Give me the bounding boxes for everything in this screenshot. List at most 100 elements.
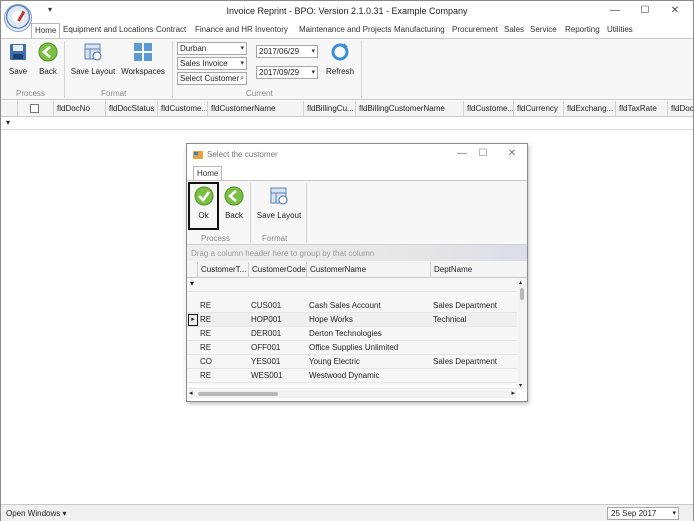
site-combo[interactable]: Durban ▾ [177,42,247,55]
refresh-icon [331,43,349,61]
dialog-minimize-button[interactable]: — [453,147,471,161]
table-row-selected[interactable]: ▸ RE HOP001 Hope Works Technical [187,313,517,327]
table-row[interactable]: RE CUS001 Cash Sales Account Sales Depar… [187,299,517,313]
group-by-panel[interactable]: Drag a column header here to group by th… [187,244,527,261]
tab-reporting[interactable]: Reporting [565,23,600,38]
customer-code-cell: HOP001 [251,315,282,324]
column-header[interactable]: fldDocDa [667,101,693,117]
doctype-combo[interactable]: Sales Invoice ▾ [177,57,247,70]
title-bar: ▾ Invoice Reprint - BPO: Version 2.1.0.3… [1,1,693,32]
select-customer-field[interactable]: Select Customer ⌕ [177,72,247,85]
scroll-right-icon[interactable]: ▸ [511,389,515,397]
main-window: ▾ Invoice Reprint - BPO: Version 2.1.0.3… [0,0,694,521]
close-button[interactable]: ✕ [666,4,684,18]
column-header[interactable]: fldDocStatus [105,101,157,117]
tab-sales[interactable]: Sales [504,23,524,38]
tab-home[interactable]: Home [31,23,61,38]
filter-icon[interactable]: ▾ [190,279,194,288]
date-from-field[interactable]: 2017/06/29 ▾ [256,45,318,58]
group-separator [361,41,362,98]
table-row[interactable]: CO YES001 Young Electric Sales Departmen… [187,355,517,369]
tab-service[interactable]: Service [530,23,557,38]
workspaces-button[interactable]: Workspaces [120,42,166,76]
dialog-close-button[interactable]: ✕ [503,147,521,161]
table-row[interactable]: RE WES001 Westwood Dynamic [187,369,517,383]
chevron-down-icon: ▾ [311,69,315,76]
search-icon[interactable]: ⌕ [240,73,244,84]
column-header[interactable]: fldCurrency [513,101,563,117]
column-header[interactable]: fldCustome... [157,101,207,117]
customer-name-cell: Derton Technologies [309,329,382,338]
column-header[interactable]: fldTaxRate [615,101,667,117]
chevron-down-icon: ▾ [311,48,315,55]
ribbon: Save Back Save Layout Workspaces Durban … [1,38,693,100]
grid-filter-row[interactable]: ▾ [1,118,693,130]
dialog-back-button[interactable]: Back [221,186,247,220]
select-all-checkbox[interactable] [30,104,39,113]
column-header[interactable]: DeptName [430,262,527,278]
tab-finance-and-hr[interactable]: Finance and HR [195,23,253,38]
scroll-up-icon[interactable]: ▴ [519,279,522,286]
column-header[interactable]: fldCustome... [463,101,513,117]
maximize-button[interactable]: ☐ [636,4,654,18]
status-date-value: 25 Sep 2017 [611,509,657,518]
scroll-left-icon[interactable]: ◂ [189,389,193,397]
tab-equipment-and-locations[interactable]: Equipment and Locations [63,23,153,38]
dialog-maximize-button[interactable]: ☐ [474,147,492,161]
save-icon [10,44,26,60]
ok-button[interactable]: Ok [188,182,219,230]
dept-name-cell: Sales Department [433,357,498,366]
tab-maintenance-and-projects[interactable]: Maintenance and Projects [299,23,392,38]
vertical-scroll-thumb[interactable] [520,288,524,300]
group-label-current: Current [246,89,273,98]
dept-name-cell: Sales Department [433,301,498,310]
back-arrow-icon [224,186,244,206]
date-to-field[interactable]: 2017/09/29 ▾ [256,66,318,79]
customer-code-cell: DER001 [251,329,282,338]
scroll-down-icon[interactable]: ▾ [519,382,522,389]
group-by-hint: Drag a column header here to group by th… [191,249,375,258]
table-row[interactable]: RE DER001 Derton Technologies [187,327,517,341]
save-layout-button[interactable]: Save Layout [70,42,116,76]
customer-type-cell: RE [200,343,212,352]
dialog-group-label-format: Format [262,234,288,243]
column-header[interactable]: CustomerName [306,262,430,278]
customer-name-cell: Office Supplies Unlimited [309,343,399,352]
refresh-button[interactable]: Refresh [322,42,358,76]
filter-icon[interactable]: ▾ [6,118,10,127]
column-header[interactable]: fldDocNo [53,101,105,117]
table-row-partial[interactable] [187,383,517,389]
tab-procurement[interactable]: Procurement [452,23,498,38]
horizontal-scroll-thumb[interactable] [198,392,278,396]
tab-inventory[interactable]: Inventory [255,23,288,38]
tab-manufacturing[interactable]: Manufacturing [394,23,445,38]
dialog-ribbon-tabs: Home [187,166,527,180]
vertical-scrollbar[interactable]: ▴ ▾ [518,279,526,389]
column-header[interactable]: CustomerCode [248,262,306,278]
column-header[interactable]: CustomerT... [197,262,248,278]
customer-filter-row[interactable]: ▾ [187,279,517,292]
table-row[interactable]: RE OFF001 Office Supplies Unlimited [187,341,517,355]
dialog-save-layout-label: Save Layout [256,211,302,220]
tab-utilities[interactable]: Utilities [607,23,633,38]
customer-type-cell: CO [200,357,212,366]
customer-type-cell: RE [200,371,212,380]
save-button[interactable]: Save [5,42,31,76]
dialog-tab-home[interactable]: Home [193,166,223,180]
column-header[interactable]: fldCustomerName [207,101,303,117]
select-customer-value: Select Customer [180,74,240,83]
column-header[interactable]: fldExchang... [563,101,615,117]
tab-contract[interactable]: Contract [156,23,186,38]
back-button[interactable]: Back [35,42,61,76]
select-all-column[interactable] [17,101,49,117]
column-header[interactable]: fldBillingCustomerName [355,101,463,117]
dialog-save-layout-button[interactable]: Save Layout [256,186,302,220]
status-date-field[interactable]: 25 Sep 2017 ▾ [607,507,679,520]
status-bar: Open Windows ▾ 25 Sep 2017 ▾ [1,504,693,521]
save-label: Save [8,67,28,76]
column-header[interactable]: fldBillingCu... [303,101,355,117]
minimize-button[interactable]: — [606,4,624,18]
open-windows-button[interactable]: Open Windows ▾ [6,509,67,518]
horizontal-scrollbar[interactable]: ◂ ▸ [188,390,516,398]
customer-grid-header: CustomerT... CustomerCode CustomerName D… [187,262,527,278]
